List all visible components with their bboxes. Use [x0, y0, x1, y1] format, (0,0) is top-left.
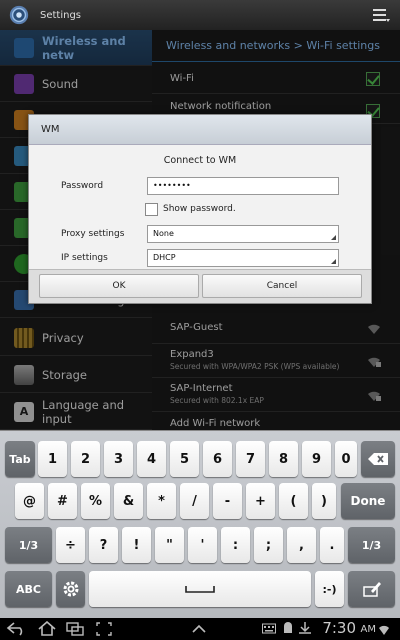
key-minus[interactable]: - — [213, 483, 242, 519]
key-3[interactable]: 3 — [104, 441, 133, 477]
key-handwriting[interactable] — [348, 571, 395, 607]
password-label: Password — [61, 181, 104, 191]
key-double-quote[interactable]: " — [155, 527, 184, 563]
key-settings[interactable] — [56, 571, 85, 607]
on-screen-keyboard: Tab 1 2 3 4 5 6 7 8 9 0 @ # % & * / - + … — [0, 430, 400, 618]
key-divide[interactable]: ÷ — [56, 527, 85, 563]
password-field[interactable]: •••••••• — [147, 177, 339, 195]
wifi-connect-dialog: WM Connect to WM Password •••••••• Show … — [28, 114, 372, 304]
key-percent[interactable]: % — [81, 483, 110, 519]
backspace-icon — [368, 453, 388, 465]
key-4[interactable]: 4 — [137, 441, 166, 477]
ip-settings-value: DHCP — [153, 253, 176, 262]
key-tab[interactable]: Tab — [5, 441, 35, 477]
home-icon[interactable] — [38, 621, 56, 636]
settings-gear-icon — [9, 5, 29, 25]
key-slash[interactable]: / — [180, 483, 209, 519]
key-space[interactable] — [89, 571, 311, 607]
space-icon — [185, 586, 215, 593]
dialog-subtitle: Connect to WM — [163, 155, 237, 166]
key-done[interactable]: Done — [341, 483, 395, 519]
app-title: Settings — [40, 9, 82, 21]
handwriting-icon — [362, 582, 381, 597]
android-icon — [284, 622, 292, 633]
back-icon[interactable] — [6, 622, 28, 636]
key-backspace[interactable] — [361, 441, 395, 477]
ip-settings-label: IP settings — [61, 253, 108, 263]
ip-settings-select[interactable]: DHCP — [147, 249, 339, 267]
ok-button[interactable]: OK — [39, 274, 199, 298]
key-comma[interactable]: , — [287, 527, 316, 563]
key-page-left[interactable]: 1/3 — [5, 527, 52, 563]
dialog-title: WM — [29, 115, 371, 145]
key-asterisk[interactable]: * — [147, 483, 176, 519]
key-0[interactable]: 0 — [335, 441, 357, 477]
key-semicolon[interactable]: ; — [254, 527, 283, 563]
key-8[interactable]: 8 — [269, 441, 298, 477]
key-plus[interactable]: + — [246, 483, 275, 519]
proxy-settings-value: None — [153, 229, 174, 238]
clock-ampm: AM — [360, 624, 376, 635]
key-ampersand[interactable]: & — [114, 483, 143, 519]
wifi-status-icon — [379, 625, 389, 635]
dropdown-corner-icon — [331, 259, 336, 264]
show-password-label: Show password. — [163, 204, 236, 214]
key-5[interactable]: 5 — [170, 441, 199, 477]
proxy-settings-select[interactable]: None — [147, 225, 339, 243]
dropdown-corner-icon — [331, 235, 336, 240]
recent-apps-icon[interactable] — [66, 622, 84, 636]
cancel-button[interactable]: Cancel — [202, 274, 362, 298]
key-9[interactable]: 9 — [302, 441, 331, 477]
key-question[interactable]: ? — [89, 527, 118, 563]
key-1[interactable]: 1 — [38, 441, 67, 477]
key-7[interactable]: 7 — [236, 441, 265, 477]
keyboard-status-icon — [262, 623, 276, 634]
chevron-up-icon[interactable] — [192, 624, 206, 633]
key-hash[interactable]: # — [48, 483, 77, 519]
key-6[interactable]: 6 — [203, 441, 232, 477]
key-2[interactable]: 2 — [71, 441, 100, 477]
key-exclamation[interactable]: ! — [122, 527, 151, 563]
dialog-button-bar: OK Cancel — [29, 269, 371, 303]
key-close-paren[interactable]: ) — [312, 483, 336, 519]
key-open-paren[interactable]: ( — [279, 483, 308, 519]
clock-time: 7:30 — [322, 619, 356, 637]
show-password-checkbox[interactable] — [145, 203, 158, 216]
key-page-right[interactable]: 1/3 — [348, 527, 395, 563]
key-period[interactable]: . — [320, 527, 344, 563]
key-abc[interactable]: ABC — [5, 571, 52, 607]
key-colon[interactable]: : — [221, 527, 250, 563]
key-emoticon[interactable]: :-) — [315, 571, 344, 607]
proxy-settings-label: Proxy settings — [61, 229, 125, 239]
gear-icon — [63, 581, 78, 597]
download-icon — [299, 622, 311, 634]
title-bar: Settings — [0, 0, 400, 30]
system-nav-bar: 7:30 AM — [0, 618, 400, 640]
key-at[interactable]: @ — [15, 483, 44, 519]
menu-icon[interactable] — [372, 7, 390, 23]
key-single-quote[interactable]: ' — [188, 527, 217, 563]
screenshot-icon[interactable] — [96, 622, 112, 636]
